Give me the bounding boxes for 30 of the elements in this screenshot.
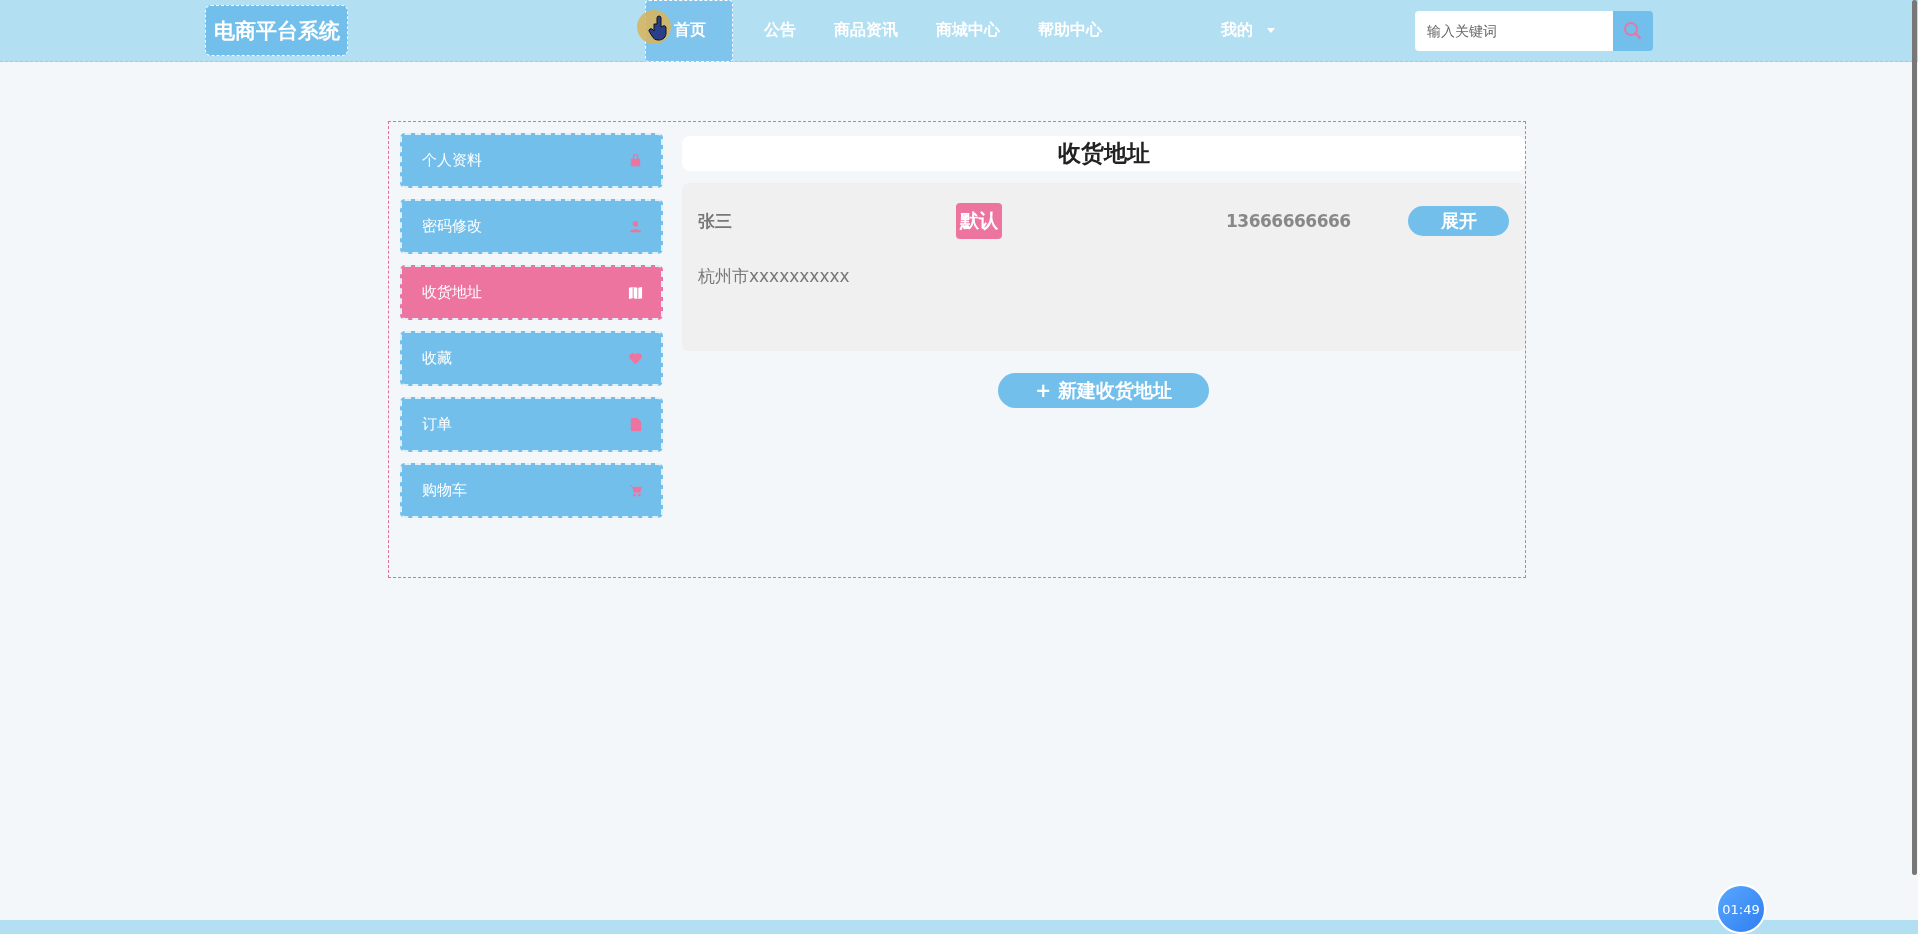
nav-tab[interactable]: 商城中心 — [917, 0, 1019, 62]
search-field[interactable]: 输入关键词 — [1415, 10, 1613, 51]
search-button[interactable] — [1613, 10, 1653, 51]
phone-number: 13666666666 — [1226, 211, 1352, 231]
user-icon — [628, 219, 643, 234]
site-logo[interactable]: 电商平台系统 — [205, 5, 348, 56]
new-address-button[interactable]: + 新建收货地址 — [998, 373, 1209, 408]
document-icon — [628, 417, 643, 432]
nav-tab[interactable]: 帮助中心 — [1019, 0, 1121, 62]
nav-tab[interactable]: 商品资讯 — [815, 0, 917, 62]
scrollbar[interactable] — [1912, 0, 1917, 875]
expand-button[interactable]: 展开 — [1408, 206, 1509, 236]
user-menu[interactable]: 我的 — [1221, 20, 1253, 41]
sidebar-item[interactable]: 收货地址 — [400, 265, 663, 320]
timer-badge: 01:49 — [1716, 884, 1766, 934]
search-icon — [1623, 20, 1643, 41]
page-title: 收货地址 — [682, 136, 1525, 171]
heart-icon — [628, 351, 643, 366]
default-tag: 默认 — [956, 203, 1002, 239]
sidebar-item[interactable]: 个人资料 — [400, 133, 663, 188]
recipient-name: 张三 — [698, 209, 733, 233]
caret-icon — [1267, 28, 1275, 33]
sidebar-item[interactable]: 收藏 — [400, 331, 663, 386]
nav-tab[interactable]: 公告 — [745, 0, 815, 62]
map-icon — [628, 285, 643, 300]
sidebar-item[interactable]: 订单 — [400, 397, 663, 452]
cart-icon — [628, 483, 643, 498]
address-text: 杭州市xxxxxxxxxx — [698, 265, 851, 288]
sidebar-item[interactable]: 密码修改 — [400, 199, 663, 254]
sidebar-item[interactable]: 购物车 — [400, 463, 663, 518]
